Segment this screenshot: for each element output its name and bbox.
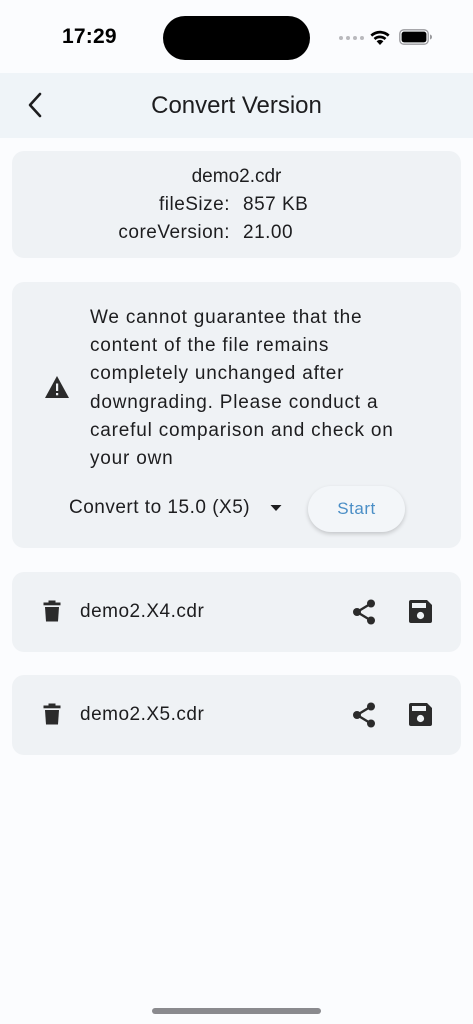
convert-card: We cannot guarantee that the content of …: [12, 282, 461, 548]
dropdown-arrow-icon: [270, 505, 282, 511]
app-bar: Convert Version: [0, 73, 473, 138]
converted-file-name: demo2.X4.cdr: [80, 601, 205, 622]
home-indicator[interactable]: [152, 1008, 321, 1014]
page-title: Convert Version: [151, 92, 322, 119]
save-icon[interactable]: [409, 703, 432, 726]
status-bar: 17:29: [0, 0, 473, 73]
warning-line: We cannot guarantee that the: [90, 307, 363, 328]
core-version-value: 21.00: [243, 222, 294, 243]
dynamic-island: [163, 16, 310, 60]
source-file-name: demo2.cdr: [191, 166, 282, 187]
file-info-card: demo2.cdr fileSize: 857 KB coreVersion: …: [12, 151, 461, 258]
converted-file-item: demo2.X5.cdr: [12, 675, 461, 755]
warning-message: We cannot guarantee that the content of …: [90, 304, 430, 473]
share-icon[interactable]: [352, 702, 376, 728]
cellular-signal-icon: [339, 36, 364, 40]
save-icon[interactable]: [409, 600, 432, 623]
warning-line: your own: [90, 448, 174, 470]
battery-icon: [399, 29, 432, 45]
warning-line: careful comparison and check on: [90, 419, 394, 441]
delete-icon[interactable]: [43, 600, 61, 622]
converted-file-name: demo2.X5.cdr: [80, 704, 205, 725]
share-icon[interactable]: [352, 599, 376, 625]
status-time: 17:29: [62, 25, 117, 48]
start-button[interactable]: Start: [308, 486, 405, 532]
convert-version-selected: Convert to 15.0 (X5): [69, 497, 251, 518]
converted-file-item: demo2.X4.cdr: [12, 572, 461, 652]
file-size-value: 857 KB: [243, 194, 309, 215]
warning-icon: [45, 376, 69, 398]
convert-version-dropdown[interactable]: Convert to 15.0 (X5): [69, 497, 282, 519]
warning-line: downgrading. Please conduct a: [90, 391, 379, 413]
core-version-label: coreVersion:: [118, 222, 230, 243]
delete-icon[interactable]: [43, 703, 61, 725]
wifi-icon: [370, 30, 390, 45]
warning-line: completely unchanged after: [90, 363, 345, 385]
warning-line: content of the file remains: [90, 335, 330, 357]
file-size-label: fileSize:: [158, 194, 230, 215]
